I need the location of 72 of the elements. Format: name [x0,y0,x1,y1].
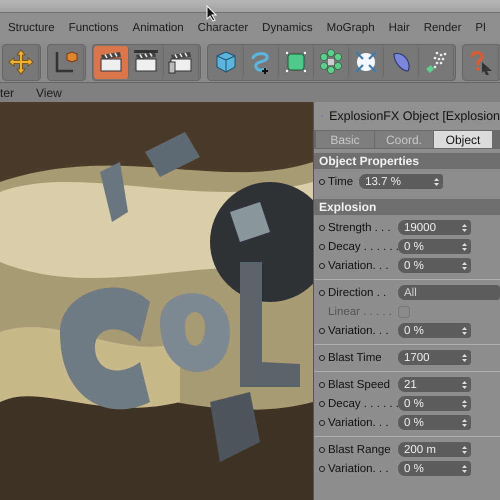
field-label: Blast Range [328,444,392,456]
menu-item[interactable]: Animation [132,22,184,34]
dropdown-field[interactable]: All [398,285,500,300]
keyframe-dot-icon[interactable] [319,382,325,388]
field-label: Strength . . . [328,222,392,234]
axis-cube-icon [53,49,79,75]
menu-item[interactable]: Structure [8,22,55,34]
help-cursor-icon [468,49,494,75]
spinner-icon[interactable] [462,418,467,426]
number-field[interactable]: 21 [398,377,471,392]
menu-item[interactable]: Functions [68,22,119,34]
field-label: Blast Time [328,352,383,364]
field-label: Blast Speed [328,378,392,390]
tab[interactable]: Object [434,131,492,148]
spinner-icon[interactable] [462,464,467,472]
spinner-icon[interactable] [462,446,467,454]
keyframe-dot-icon[interactable] [319,446,325,452]
spinner-icon[interactable] [462,326,467,334]
number-field[interactable]: 0 % [398,396,471,411]
keyframe-dot-icon[interactable] [319,466,325,472]
keyframe-dot-icon[interactable] [319,224,325,230]
spinner-icon[interactable] [434,178,440,186]
menu-item[interactable]: MoGraph [326,22,375,34]
number-field[interactable]: 0 % [398,239,471,254]
spinner-icon[interactable] [462,224,467,232]
spinner-icon[interactable] [462,400,467,408]
menu-item[interactable]: ter [0,86,14,100]
spinner-icon[interactable] [462,380,467,388]
keyframe-dot-icon[interactable] [319,354,325,360]
keyframe-dot-icon[interactable] [319,328,325,334]
number-field[interactable]: 0 % [398,415,471,430]
spinner-icon[interactable] [462,262,467,270]
keyframe-dot-icon[interactable] [319,244,325,250]
move-arrows-icon [8,49,34,75]
menu-item[interactable]: Character [198,22,248,34]
number-field[interactable]: 0 % [398,461,471,476]
field-label: Linear . . . . . [328,306,393,318]
spinner-icon[interactable] [462,354,467,362]
section-header: Explosion [314,199,500,215]
field-label: Variation. . . [328,462,390,474]
panel-title: ExplosionFX Object [Explosion [329,109,500,123]
field-label: Variation. . . [328,324,390,336]
menu-item[interactable]: Dynamics [262,22,313,34]
number-field[interactable]: 200 m [398,442,471,457]
keyframe-dot-icon[interactable] [319,178,325,184]
menu-item[interactable]: Pl [475,22,486,34]
keyframe-dot-icon[interactable] [319,290,325,296]
number-field[interactable]: 13.7 % [359,174,444,189]
spinner-icon[interactable] [462,242,467,250]
field-label: Decay . . . . . . [328,240,398,252]
cube-with-handles-icon [283,49,309,75]
keyframe-dot-icon[interactable] [319,262,325,268]
field-label: Direction . . [328,286,388,298]
menu-item[interactable]: Render [424,22,462,34]
number-field[interactable]: 0 % [398,323,471,338]
arrows-out-icon [353,49,379,75]
menu-item[interactable]: Hair [388,22,410,34]
field-label: Variation. . . [328,260,390,272]
mouse-cursor-icon [206,5,218,22]
cube-ring-icon [318,49,344,75]
number-field[interactable]: 19000 [398,220,471,235]
field-label: Decay . . . . . . [328,398,398,410]
menu-item[interactable]: View [36,86,62,100]
number-field[interactable]: 0 % [398,258,471,273]
keyframe-dot-icon[interactable] [319,420,325,426]
number-field[interactable]: 1700 [398,350,471,365]
section-header: Object Properties [314,153,500,169]
toolbar-button[interactable] [94,46,129,78]
field-label: Variation. . . [328,416,390,428]
field-label: Time [328,176,354,188]
keyframe-dot-icon[interactable] [319,400,325,406]
clapperboard-icon [168,49,194,75]
